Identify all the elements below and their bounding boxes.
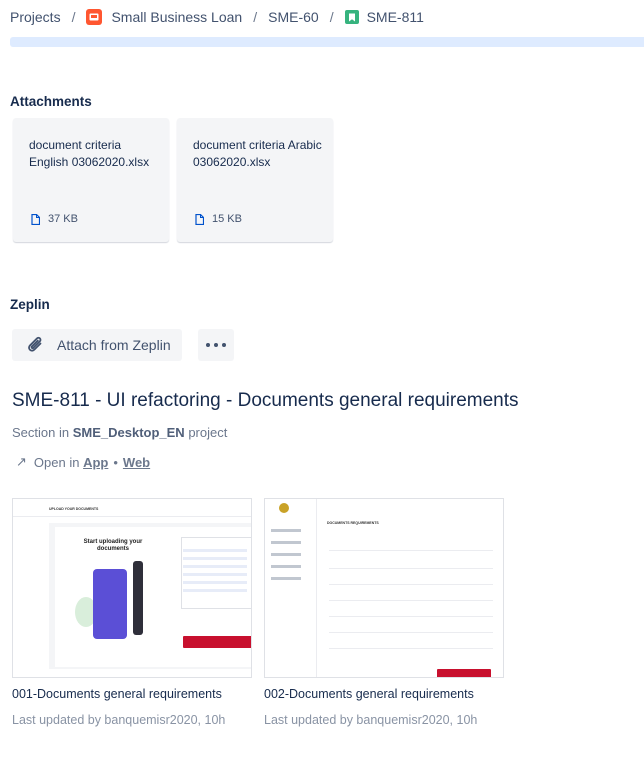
thumb-header-title: UPLOAD YOUR DOCUMENTS	[49, 507, 99, 511]
progress-bar	[10, 37, 644, 47]
file-icon	[195, 213, 204, 225]
attachment-size: 37 KB	[31, 213, 78, 225]
breadcrumb: Projects / Small Business Loan / SME-60 …	[10, 6, 424, 28]
open-in-label: Open in	[33, 454, 80, 470]
thumb-person-illustration	[133, 561, 143, 635]
thumb-row	[329, 573, 493, 585]
thumb-doc-line	[183, 557, 247, 560]
more-actions-button[interactable]	[198, 329, 234, 361]
thumb-sidebar	[265, 499, 317, 677]
open-in-app-link[interactable]: App	[83, 455, 108, 470]
attachment-size-label: 37 KB	[48, 213, 78, 225]
breadcrumb-issue[interactable]: SME-811	[367, 9, 424, 25]
thumb-doc-line	[183, 581, 247, 584]
thumb-nav-item	[271, 529, 301, 532]
thumb-row	[329, 621, 493, 633]
attachment-name: document criteria English 03062020.xlsx	[29, 138, 150, 169]
thumb-nav-item	[271, 541, 301, 544]
more-dot	[206, 343, 210, 347]
story-icon	[344, 10, 359, 24]
thumb-row	[329, 557, 493, 569]
thumb-phone-illustration	[93, 569, 127, 639]
paperclip-icon	[28, 336, 42, 352]
zeplin-section-title: SME-811 - UI refactoring - Documents gen…	[12, 390, 519, 411]
breadcrumb-parent-issue[interactable]: SME-60	[268, 9, 319, 25]
thumb-nav-item	[271, 565, 301, 568]
file-icon	[31, 213, 40, 225]
more-dot	[214, 343, 218, 347]
attach-from-zeplin-button[interactable]: Attach from Zeplin	[12, 329, 182, 361]
thumb-submit-button	[437, 669, 491, 677]
thumb-nav-item	[271, 577, 301, 580]
zeplin-screen-thumbnail[interactable]: UPLOAD YOUR DOCUMENTS Start uploading yo…	[12, 498, 252, 678]
external-arrow-icon: ↗	[16, 454, 27, 469]
thumb-doc-line	[183, 573, 247, 576]
section-prefix: Section in	[12, 425, 70, 440]
thumb-title: DOCUMENTS REQUIREMENTS	[327, 521, 379, 525]
attachment-card[interactable]: document criteria Arabic 03062020.xlsx 1…	[177, 118, 333, 242]
screen-meta: Last updated by banquemisr2020, 10h	[264, 713, 478, 727]
attachments-heading: Attachments	[10, 94, 92, 109]
attachment-size: 15 KB	[195, 213, 242, 225]
section-project-name: SME_Desktop_EN	[72, 425, 185, 440]
thumb-row	[329, 637, 493, 649]
screen-caption: 002-Documents general requirements	[264, 687, 474, 701]
thumb-row	[329, 605, 493, 617]
zeplin-heading: Zeplin	[10, 297, 50, 312]
thumb-row	[329, 529, 493, 551]
screen-meta: Last updated by banquemisr2020, 10h	[12, 713, 226, 727]
thumb-row	[329, 589, 493, 601]
thumb-doc-line	[183, 589, 247, 592]
thumb-start-title: Start uploading your documents	[83, 539, 143, 552]
more-dot	[222, 343, 226, 347]
attach-from-zeplin-label: Attach from Zeplin	[57, 337, 171, 353]
thumb-nav-item	[271, 553, 301, 556]
project-icon	[86, 9, 103, 25]
thumb-start-button	[183, 636, 251, 648]
breadcrumb-separator: /	[329, 9, 334, 25]
attachment-size-label: 15 KB	[212, 213, 242, 225]
thumb-doc-line	[183, 565, 247, 568]
thumb-logo	[279, 503, 289, 513]
breadcrumb-separator: /	[71, 9, 76, 25]
open-in-web-link[interactable]: Web	[123, 455, 150, 470]
zeplin-section-info: Section in SME_Desktop_EN project	[12, 425, 227, 440]
breadcrumb-separator: /	[253, 9, 258, 25]
attachment-name: document criteria Arabic 03062020.xlsx	[193, 138, 322, 169]
breadcrumb-projects[interactable]: Projects	[10, 9, 61, 25]
breadcrumb-project[interactable]: Small Business Loan	[111, 9, 242, 25]
screen-caption: 001-Documents general requirements	[12, 687, 222, 701]
open-in: ↗ Open in App • Web	[16, 454, 150, 470]
section-suffix: project	[188, 425, 228, 440]
separator-dot: •	[113, 454, 118, 470]
thumb-doc-line	[183, 549, 247, 552]
attachment-card[interactable]: document criteria English 03062020.xlsx …	[13, 118, 169, 242]
zeplin-screen-thumbnail[interactable]: DOCUMENTS REQUIREMENTS	[264, 498, 504, 678]
